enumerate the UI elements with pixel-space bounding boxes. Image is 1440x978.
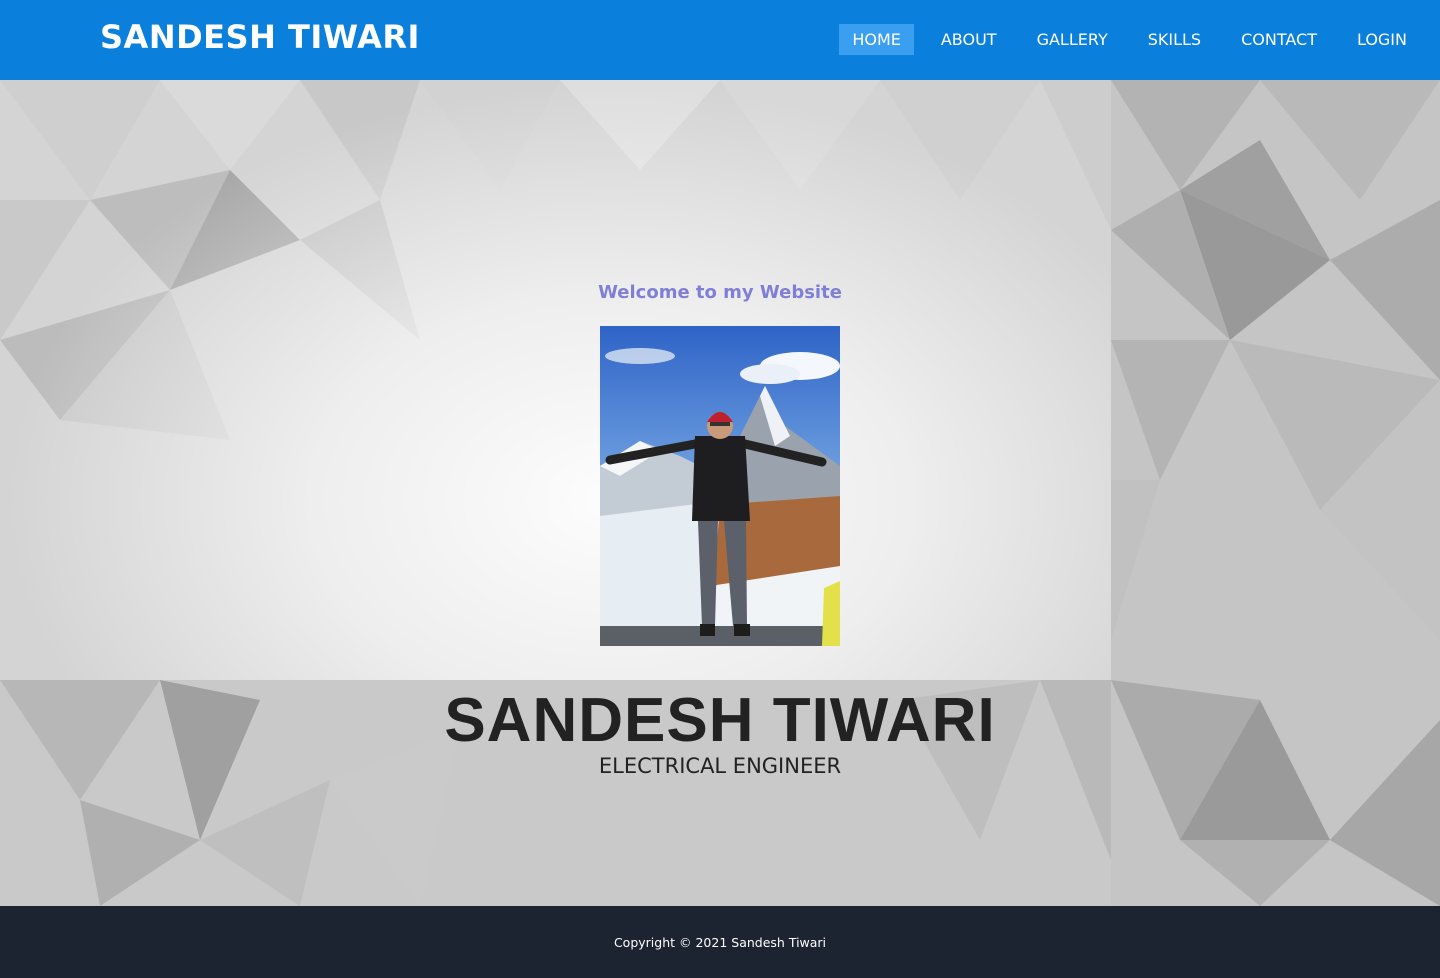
nav-gallery-link[interactable]: GALLERY — [1024, 24, 1121, 55]
hero-section: Welcome to my Website SANDESH TIWARI ELE… — [0, 80, 1440, 906]
brand-logo[interactable]: SANDESH TIWARI — [100, 18, 420, 56]
copyright-text: Copyright © 2021 Sandesh Tiwari — [613, 935, 827, 950]
navbar: SANDESH TIWARI HOME ABOUT GALLERY SKILLS… — [0, 0, 1440, 80]
hero-name: SANDESH TIWARI — [444, 686, 996, 755]
footer: Copyright © 2021 Sandesh Tiwari — [0, 906, 1440, 978]
nav-login-link[interactable]: LOGIN — [1344, 24, 1420, 55]
profile-photo — [600, 326, 840, 646]
welcome-heading: Welcome to my Website — [598, 282, 842, 303]
nav-skills-link[interactable]: SKILLS — [1135, 24, 1214, 55]
hero-role: ELECTRICAL ENGINEER — [598, 754, 842, 778]
nav-menu: HOME ABOUT GALLERY SKILLS CONTACT LOGIN — [825, 24, 1420, 55]
nav-contact-link[interactable]: CONTACT — [1228, 24, 1330, 55]
nav-home-link[interactable]: HOME — [839, 24, 914, 55]
hero-highlight — [0, 80, 1111, 680]
hero-right-panel — [1111, 80, 1440, 906]
nav-about-link[interactable]: ABOUT — [928, 24, 1010, 55]
